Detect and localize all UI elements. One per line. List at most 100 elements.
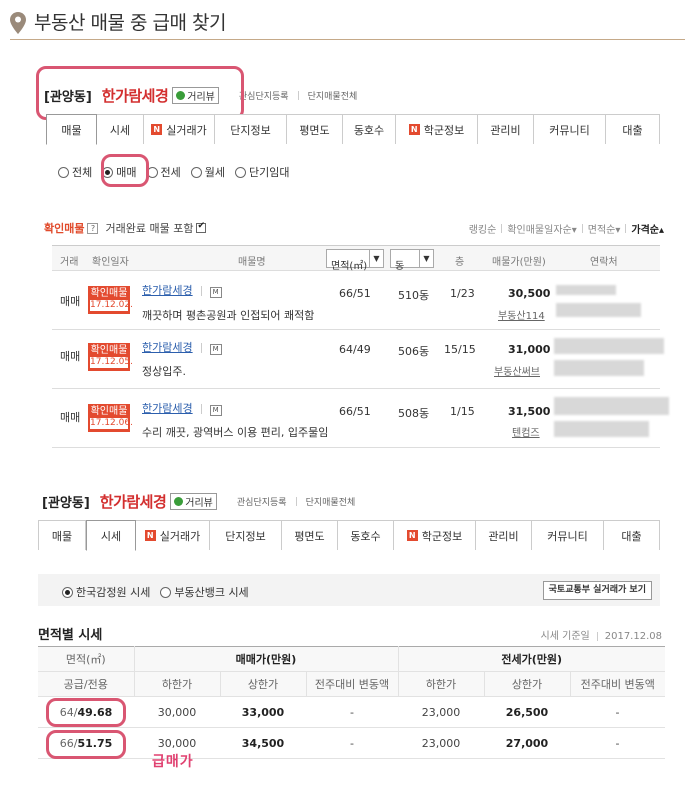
broker-link[interactable]: 부동산써브 [494, 363, 540, 378]
blurred-contact [554, 421, 649, 437]
blurred-contact [554, 360, 644, 376]
urgent-sale-annotation: 급매가 [152, 754, 194, 770]
listing-desc: 깨끗하며 평촌공원과 인접되어 쾌적함 [142, 309, 315, 322]
tab-unit-number[interactable]: 동호수 [338, 520, 394, 550]
tab-unit-number[interactable]: 동호수 [343, 114, 396, 144]
listing-price: 31,500 [508, 405, 551, 418]
highlight-complex [36, 66, 244, 120]
tab-bar: 매물 시세 N 실거래가 단지정보 평면도 동호수 N 학군정보 관리비 커뮤니티 … [46, 114, 660, 145]
listing-name-link[interactable]: 한가람세경 [142, 402, 193, 415]
highlight-sale-radio [101, 154, 149, 187]
tab-complex-info[interactable]: 단지정보 [210, 520, 282, 550]
listing-table-header: 거래 확인일자 매물명 면적(㎡) ▼ 동 ▼ 층 매물가(만원) 연락처 [52, 245, 660, 272]
tab-floor-plan[interactable]: 평면도 [282, 520, 338, 550]
include-completed-checkbox[interactable] [196, 221, 207, 233]
real-trade-button[interactable]: 국토교통부 실거래가 보기 [542, 581, 652, 600]
new-badge: N [144, 530, 156, 541]
listing-row[interactable]: 매매 확인매물 17.12.02. 한가람세경 M 깨끗하며 평촌공원과 인접되어 … [52, 271, 660, 330]
complex-all-listings-link[interactable]: 단지매물전체 [308, 89, 358, 102]
sort-area[interactable]: 면적순▾ [588, 221, 621, 236]
tab-school-info[interactable]: N 학군정보 [396, 114, 478, 144]
tab-loan[interactable]: 대출 [606, 114, 660, 144]
tab-school-info[interactable]: N 학군정보 [394, 520, 476, 550]
mobile-icon: M [209, 344, 222, 355]
tab-listings[interactable]: 매물 [46, 114, 97, 145]
listing-desc: 정상입주. [142, 365, 186, 378]
listing-row[interactable]: 매매 확인매물 17.12.05. 한가람세경 M 정상입주. 64/49 506동… [52, 330, 664, 389]
favorite-complex-link[interactable]: 관심단지등록 [237, 495, 287, 508]
highlight-size-66 [46, 730, 126, 759]
tab-real-trade[interactable]: N 실거래가 [144, 114, 215, 144]
tab-maintenance-fee[interactable]: 관리비 [478, 114, 534, 144]
tab-floor-plan[interactable]: 평면도 [287, 114, 343, 144]
chevron-down-icon: ▼ [369, 250, 383, 267]
sort-price[interactable]: 가격순▴ [631, 221, 664, 236]
sort-ranking[interactable]: 랭킹순 [469, 221, 497, 236]
radio-kab-price[interactable]: 한국감정원 시세 [62, 584, 150, 600]
blurred-contact [554, 397, 669, 415]
radio-jeonse[interactable]: 전세 [146, 164, 181, 180]
location-pin-icon [10, 12, 26, 34]
tab-community[interactable]: 커뮤니티 [534, 114, 606, 144]
radio-bank-price[interactable]: 부동산뱅크 시세 [160, 584, 249, 600]
listing-name-link[interactable]: 한가람세경 [142, 341, 193, 354]
new-badge: N [151, 124, 163, 135]
mobile-icon: M [209, 405, 222, 416]
dong-select[interactable]: 동 ▼ [390, 249, 434, 272]
area-price-table: 면적(㎡) 매매가(만원) 전세가(만원) 공급/전용 하한가 상한가 전주대비… [38, 646, 665, 759]
complex-all-listings-link[interactable]: 단지매물전체 [306, 495, 356, 508]
listing-price: 30,500 [508, 287, 551, 300]
tab-real-trade[interactable]: N 실거래가 [136, 520, 210, 550]
road-view-icon [174, 496, 184, 506]
complex-links: 관심단지등록 단지매물전체 [239, 89, 357, 102]
divider [295, 496, 297, 506]
tab-bar: 매물 시세 N 실거래가 단지정보 평면도 동호수 N 학군정보 관리비 커뮤니티 … [38, 520, 660, 551]
price-date: 시세 기준일 2017.12.08 [540, 631, 662, 642]
price-source-filter: 한국감정원 시세 부동산뱅크 시세 [62, 584, 259, 600]
favorite-complex-link[interactable]: 관심단지등록 [239, 89, 289, 102]
area-price-title: 면적별 시세 [38, 628, 103, 643]
broker-link[interactable]: 부동산114 [498, 307, 545, 322]
tab-maintenance-fee[interactable]: 관리비 [476, 520, 532, 550]
complex-name[interactable]: 한가람세경 [100, 491, 167, 512]
region-label: [관양동] [42, 495, 90, 511]
tab-loan[interactable]: 대출 [604, 520, 660, 550]
divider [297, 90, 299, 100]
listing-name-link[interactable]: 한가람세경 [142, 284, 193, 297]
tab-listings[interactable]: 매물 [38, 520, 86, 550]
help-icon[interactable]: ? [87, 222, 99, 234]
blurred-contact [556, 285, 616, 295]
road-view-button[interactable]: 거리뷰 [170, 492, 217, 510]
blurred-contact [554, 338, 664, 354]
radio-monthly[interactable]: 월세 [190, 164, 225, 180]
confirmed-listing-label: 확인매물 [44, 222, 85, 235]
listing-row[interactable]: 매매 확인매물 17.12.06. 한가람세경 M 수리 깨끗, 광역버스 이용 편… [52, 389, 669, 448]
confirmed-badge: 확인매물 17.12.06. [88, 404, 133, 432]
broker-link[interactable]: 텐컴즈 [512, 424, 540, 439]
listing-price: 31,000 [508, 343, 551, 356]
sort-confirm-date[interactable]: 확인매물일자순▾ [507, 221, 576, 236]
tab-price[interactable]: 시세 [86, 520, 136, 551]
area-select[interactable]: 면적(㎡) ▼ [326, 249, 384, 272]
price-row: 66/51.75 30,000 34,500 - 23,000 27,000 - [38, 727, 665, 759]
confirmed-badge: 확인매물 17.12.02. [88, 286, 133, 314]
new-badge: N [406, 530, 418, 541]
radio-short-term[interactable]: 단기임대 [235, 164, 289, 180]
sort-options: 랭킹순 확인매물일자순▾ 면적순▾ 가격순▴ [469, 221, 664, 236]
tab-community[interactable]: 커뮤니티 [532, 520, 604, 550]
confirmed-badge: 확인매물 17.12.05. [88, 343, 133, 371]
chevron-down-icon: ▼ [419, 250, 433, 267]
blurred-contact [556, 303, 641, 317]
complex-links: 관심단지등록 단지매물전체 [237, 495, 355, 508]
highlight-size-64 [46, 698, 126, 727]
tab-complex-info[interactable]: 단지정보 [215, 114, 287, 144]
listing-desc: 수리 깨끗, 광역버스 이용 편리, 입주물임 [142, 426, 329, 439]
price-source-bar: 한국감정원 시세 부동산뱅크 시세 국토교통부 실거래가 보기 [38, 574, 660, 606]
radio-all[interactable]: 전체 [58, 164, 92, 180]
tab-price[interactable]: 시세 [97, 114, 144, 144]
page-title: 부동산 매물 중 급매 찾기 [34, 12, 226, 34]
new-badge: N [408, 124, 420, 135]
listing-filter-bar: 확인매물 ? 거래완료 매물 포함 랭킹순 확인매물일자순▾ 면적순▾ 가격순▴ [44, 218, 664, 238]
page-header: 부동산 매물 중 급매 찾기 [10, 10, 685, 40]
listing-table: 거래 확인일자 매물명 면적(㎡) ▼ 동 ▼ 층 매물가(만원) 연락처 매매 확… [52, 245, 669, 448]
